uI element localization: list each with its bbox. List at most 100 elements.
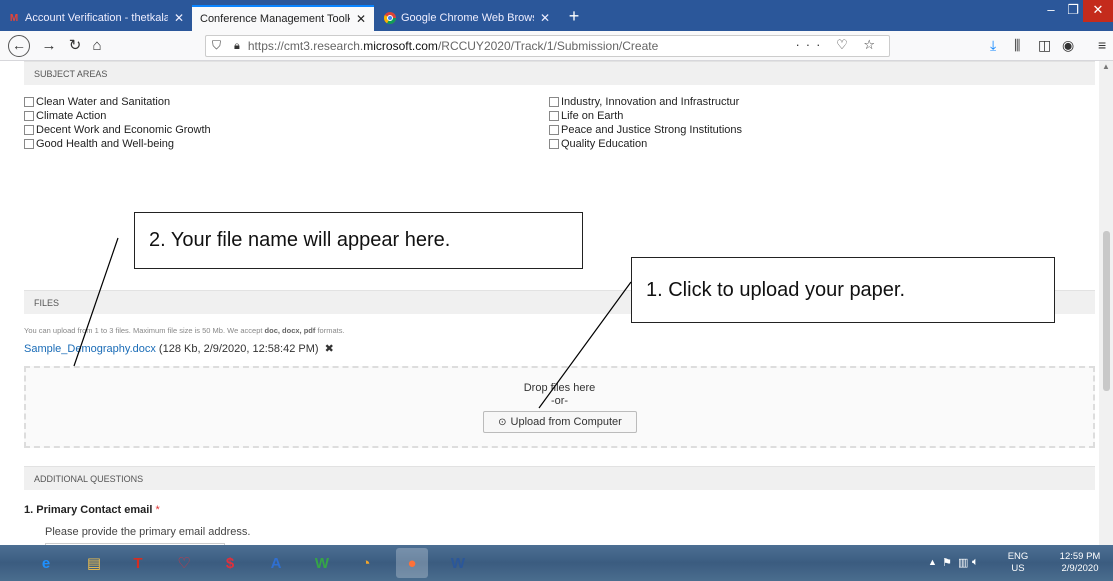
tab-google-chrome[interactable]: Google Chrome Web Browser ✕ <box>376 5 558 31</box>
download-icon[interactable]: ⤓ <box>990 37 996 54</box>
flag-icon[interactable]: ⚑ <box>942 556 952 569</box>
lock-icon[interactable]: 🔒︎ <box>234 40 240 53</box>
url-host: microsoft.com <box>363 39 438 53</box>
clock[interactable]: 12:59 PM 2/9/2020 <box>1050 551 1110 575</box>
volume-icon[interactable]: 🔈︎ <box>972 556 979 569</box>
required-marker: * <box>152 504 160 516</box>
url-path: /RCCUY2020/Track/1/Submission/Create <box>437 39 659 53</box>
subject-label: Life on Earth <box>561 110 624 122</box>
library-icon[interactable]: ⫼ <box>1014 37 1020 54</box>
windows-taskbar: e ▤ T ♡ $ A W ◔ ● W ▲ ⚑ ▥ 🔈︎ ENG US 12:59 PM 2/9/… <box>0 545 1113 581</box>
lang-code: ENG <box>1007 551 1029 562</box>
app-glyph: $ <box>225 554 235 572</box>
gauge-app-icon[interactable]: ◔ <box>350 548 382 578</box>
nav-bar: ← → ↻ ⌂ ⛉ 🔒︎ https://cmt3.research. micro… <box>0 31 1113 61</box>
subject-label: Industry, Innovation and Infrastructur <box>561 96 740 108</box>
network-icon[interactable]: ▥ <box>958 556 968 569</box>
checkbox[interactable] <box>549 125 559 135</box>
checkbox[interactable] <box>24 125 34 135</box>
tab-account-verification[interactable]: M Account Verification - thetkala ✕ <box>0 5 192 31</box>
checkbox[interactable] <box>549 111 559 121</box>
page-scrollbar[interactable]: ▲ <box>1099 61 1113 545</box>
reload-icon[interactable]: ↻ <box>64 36 86 56</box>
uploaded-file-row: Sample_Demography.docx (128 Kb, 2/9/2020… <box>24 342 334 355</box>
subject-checkbox[interactable]: Life on Earth <box>549 110 623 122</box>
file-name-link[interactable]: Sample_Demography.docx <box>24 343 156 355</box>
system-tray-icons[interactable]: ▲ ⚑ ▥ 🔈︎ <box>928 545 988 581</box>
a-app-icon[interactable]: A <box>260 548 292 578</box>
app-glyph: e <box>41 554 51 572</box>
drop-files-text: Drop files here <box>523 382 596 394</box>
subject-checkbox[interactable]: Climate Action <box>24 110 106 122</box>
close-window-button[interactable]: ✕ <box>1083 0 1113 22</box>
gmail-icon: M <box>9 12 19 24</box>
or-text: -or- <box>550 395 569 407</box>
home-icon[interactable]: ⌂ <box>86 36 108 56</box>
checkbox[interactable] <box>549 139 559 149</box>
new-tab-button[interactable]: + <box>563 6 585 28</box>
callout-file-name: 2. Your file name will appear here. <box>134 212 583 269</box>
page-actions-icon[interactable]: ··· ♡ ☆ <box>795 37 881 53</box>
close-icon[interactable]: ✕ <box>356 12 366 26</box>
help-suffix: formats. <box>315 326 345 335</box>
heart-app-icon[interactable]: ♡ <box>168 548 200 578</box>
help-formats: doc, docx, pdf <box>264 326 316 335</box>
delete-file-icon[interactable]: ✖ <box>325 343 334 355</box>
tab-conference-management[interactable]: Conference Management Toolkit - ✕ <box>192 5 374 31</box>
subject-checkbox[interactable]: Peace and Justice Strong Institutions <box>549 124 742 136</box>
checkbox[interactable] <box>24 97 34 107</box>
subject-checkbox[interactable]: Decent Work and Economic Growth <box>24 124 211 136</box>
subject-label: Quality Education <box>561 138 648 150</box>
checkbox[interactable] <box>24 111 34 121</box>
file-explorer-icon[interactable]: ▤ <box>78 548 110 578</box>
close-icon[interactable]: ✕ <box>174 11 184 25</box>
question-title: 1. Primary Contact email * <box>24 504 160 516</box>
checkbox[interactable] <box>24 139 34 149</box>
tab-strip: M Account Verification - thetkala ✕ Conf… <box>0 0 1113 31</box>
subject-label: Clean Water and Sanitation <box>36 96 171 108</box>
region-code: US <box>1011 563 1025 574</box>
word-icon[interactable]: W <box>442 548 474 578</box>
subject-checkbox[interactable]: Industry, Innovation and Infrastructur <box>549 96 739 108</box>
url-prefix: https://cmt3.research. <box>247 39 364 53</box>
subject-checkbox[interactable]: Quality Education <box>549 138 647 150</box>
help-prefix: You can upload from 1 to 3 files. Maximu… <box>24 326 265 335</box>
scroll-thumb[interactable] <box>1103 231 1110 391</box>
forward-icon[interactable]: → <box>38 36 60 56</box>
url-bar[interactable]: ⛉ 🔒︎ https://cmt3.research. microsoft.com… <box>205 35 890 57</box>
back-icon[interactable]: ← <box>8 35 30 57</box>
subject-label: Good Health and Well-being <box>36 138 174 150</box>
internet-explorer-icon[interactable]: e <box>30 548 62 578</box>
scroll-up-icon[interactable]: ▲ <box>1102 62 1110 71</box>
language-indicator[interactable]: ENG US <box>1003 551 1033 575</box>
tab-title: Conference Management Toolkit - <box>200 13 350 25</box>
question-description: Please provide the primary email address… <box>45 526 251 538</box>
checkbox[interactable] <box>549 97 559 107</box>
sidebar-icon[interactable]: ◫ <box>1038 37 1051 54</box>
dollar-app-icon[interactable]: $ <box>214 548 246 578</box>
file-drop-zone[interactable]: Drop files here -or- ⊙ Upload from Compu… <box>24 366 1095 448</box>
t-app-icon[interactable]: T <box>122 548 154 578</box>
files-help-text: You can upload from 1 to 3 files. Maximu… <box>24 326 345 335</box>
close-icon[interactable]: ✕ <box>540 11 550 25</box>
subject-label: Peace and Justice Strong Institutions <box>561 124 742 136</box>
subject-checkbox[interactable]: Clean Water and Sanitation <box>24 96 170 108</box>
file-meta: (128 Kb, 2/9/2020, 12:58:42 PM) <box>155 343 319 355</box>
subject-areas-header: SUBJECT AREAS <box>24 61 1095 85</box>
show-hidden-icons[interactable]: ▲ <box>928 557 937 567</box>
upload-button-label: Upload from Computer <box>510 416 622 428</box>
account-icon[interactable]: ◉ <box>1062 37 1074 54</box>
app-glyph: T <box>133 554 143 572</box>
app-glyph: A <box>270 554 282 572</box>
subject-checkbox[interactable]: Good Health and Well-being <box>24 138 174 150</box>
firefox-icon[interactable]: ● <box>396 548 428 578</box>
app-glyph: ● <box>407 554 417 572</box>
additional-questions-header: ADDITIONAL QUESTIONS <box>24 466 1095 490</box>
tracking-shield-icon[interactable]: ⛉ <box>212 38 221 53</box>
clock-time: 12:59 PM <box>1059 551 1101 562</box>
w-app-icon[interactable]: W <box>306 548 338 578</box>
tab-title: Account Verification - thetkala <box>25 12 168 24</box>
upload-from-computer-button[interactable]: ⊙ Upload from Computer <box>483 411 637 433</box>
menu-icon[interactable]: ≡ <box>1098 37 1106 53</box>
app-glyph: ♡ <box>177 555 191 572</box>
